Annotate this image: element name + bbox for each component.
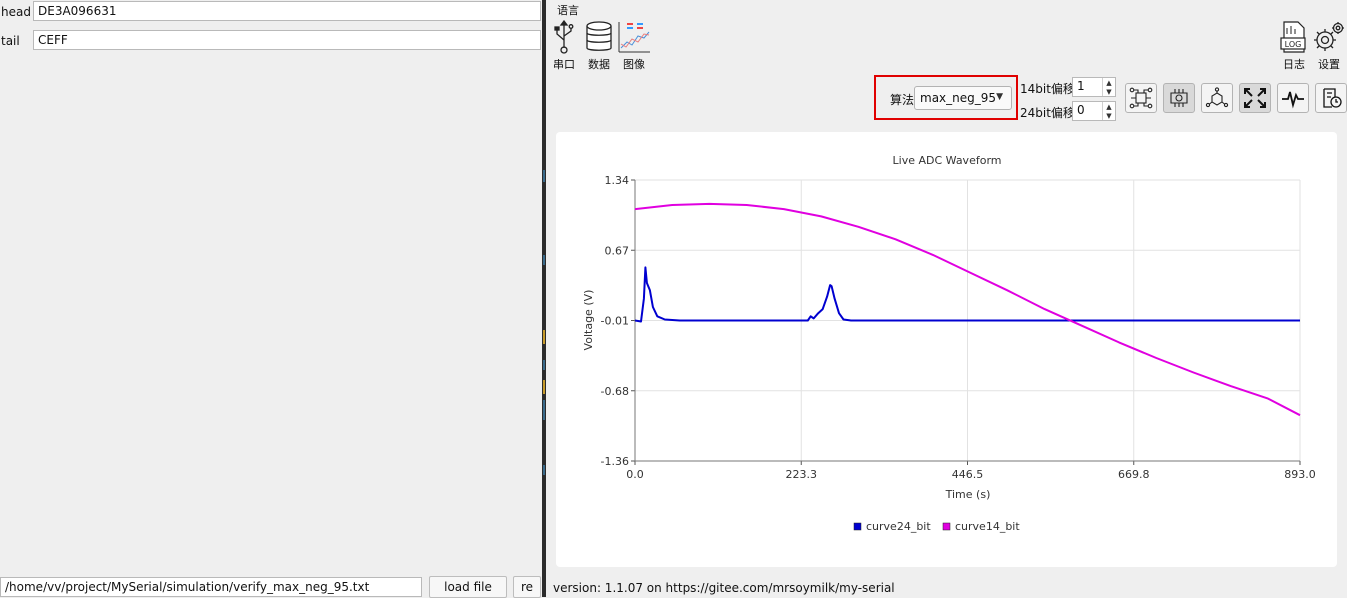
y-axis-label: Voltage (V) [582, 290, 595, 351]
y-tick-label: 0.67 [605, 244, 630, 257]
usb-icon [554, 20, 574, 54]
spin-up-icon[interactable]: ▲ [1103, 102, 1115, 111]
x-axis-label: Time (s) [945, 488, 991, 501]
legend-label-curve14_bit: curve14_bit [955, 520, 1020, 533]
network-button[interactable] [1201, 83, 1233, 113]
expand-icon [1244, 88, 1266, 108]
log-tool[interactable]: LOG 日志 [1278, 20, 1310, 72]
chart-title: Live ADC Waveform [893, 154, 1002, 167]
serial-tool[interactable]: 串口 [551, 20, 577, 72]
offset24-label: 24bit偏移 [1020, 106, 1075, 120]
image-tool[interactable]: 图像 [617, 20, 651, 72]
data-label: 数据 [588, 58, 610, 71]
chart-icon [618, 22, 650, 53]
document-clock-icon [1323, 88, 1342, 108]
x-tick-label: 669.8 [1118, 468, 1150, 481]
pulse-icon [1282, 91, 1304, 109]
y-tick-label: -1.36 [601, 455, 629, 468]
y-tick-label: -0.68 [601, 385, 629, 398]
chart-legend: curve24_bit curve14_bit [853, 520, 1020, 533]
waveform-button[interactable] [1277, 83, 1309, 113]
algorithm-label: 算法 [890, 93, 915, 107]
adc-waveform-chart[interactable]: Live ADC Waveform 0.0 223.3 446.5 669.8 893.… [556, 132, 1337, 567]
load-file-button[interactable]: load file [429, 576, 507, 598]
file-path-input[interactable]: /home/vv/project/MySerial/simulation/ver… [0, 577, 422, 597]
splitter-marker [543, 255, 545, 265]
settings-tool[interactable]: 设置 [1312, 20, 1346, 72]
x-tick-label: 893.0 [1284, 468, 1316, 481]
circuit-button[interactable] [1125, 83, 1157, 113]
offset24-value: 0 [1077, 103, 1085, 117]
chip-button[interactable] [1163, 83, 1195, 113]
spin-up-icon[interactable]: ▲ [1103, 78, 1115, 87]
tail-input[interactable]: CEFF [33, 30, 541, 50]
history-button[interactable] [1315, 83, 1347, 113]
splitter-marker [543, 380, 545, 394]
legend-label-curve24_bit: curve24_bit [866, 520, 931, 533]
chevron-down-icon: ▼ [996, 92, 1003, 102]
svg-text:LOG: LOG [1285, 40, 1302, 49]
serial-label: 串口 [553, 58, 575, 71]
x-tick-label: 446.5 [952, 468, 984, 481]
splitter-marker [543, 465, 545, 475]
y-tick-label: -0.01 [601, 315, 629, 328]
legend-swatch-curve14_bit [942, 522, 951, 531]
log-icon: LOG [1280, 21, 1306, 53]
legend-swatch-curve24_bit [853, 522, 862, 531]
spin-down-icon[interactable]: ▼ [1103, 87, 1115, 96]
head-input[interactable]: DE3A096631 [33, 1, 541, 21]
x-tick-label: 0.0 [626, 468, 644, 481]
chart-card: Live ADC Waveform 0.0 223.3 446.5 669.8 893.… [556, 132, 1337, 567]
x-tick-label: 223.3 [786, 468, 818, 481]
data-tool[interactable]: 数据 [584, 20, 614, 72]
image-label: 图像 [623, 58, 645, 71]
splitter-marker [543, 330, 545, 344]
circuit-board-icon [1129, 87, 1153, 109]
offset24-spinbox[interactable]: 0 ▲ ▼ [1072, 101, 1116, 121]
gear-icon [1314, 22, 1344, 51]
spin-down-icon[interactable]: ▼ [1103, 111, 1115, 120]
splitter-marker [543, 170, 545, 182]
chart-axes: 0.0 223.3 446.5 669.8 893.0 1.34 0.67 -0.01 -0.6… [601, 174, 1316, 481]
network-icon [1205, 87, 1229, 108]
offset14-label: 14bit偏移 [1020, 82, 1075, 96]
head-label: head [1, 5, 31, 19]
splitter-marker [543, 400, 545, 420]
algorithm-select[interactable]: max_neg_95 ▼ [914, 86, 1012, 110]
algorithm-select-value: max_neg_95 [920, 91, 997, 105]
splitter-marker [543, 360, 545, 370]
y-tick-label: 1.34 [605, 174, 630, 187]
left-pane: head DE3A096631 tail CEFF /home/vv/proje… [0, 0, 542, 598]
offset14-spinbox[interactable]: 1 ▲ ▼ [1072, 77, 1116, 97]
offset14-value: 1 [1077, 79, 1085, 93]
fullscreen-button[interactable] [1239, 83, 1271, 113]
menu-language[interactable]: 语言 [557, 2, 579, 18]
database-icon [586, 21, 612, 51]
log-label: 日志 [1283, 58, 1305, 71]
status-version: version: 1.1.07 on https://gitee.com/mrs… [553, 581, 895, 595]
tail-label: tail [1, 34, 20, 48]
chip-icon [1170, 89, 1188, 107]
settings-label: 设置 [1318, 58, 1340, 71]
re-button[interactable]: re [513, 576, 541, 598]
